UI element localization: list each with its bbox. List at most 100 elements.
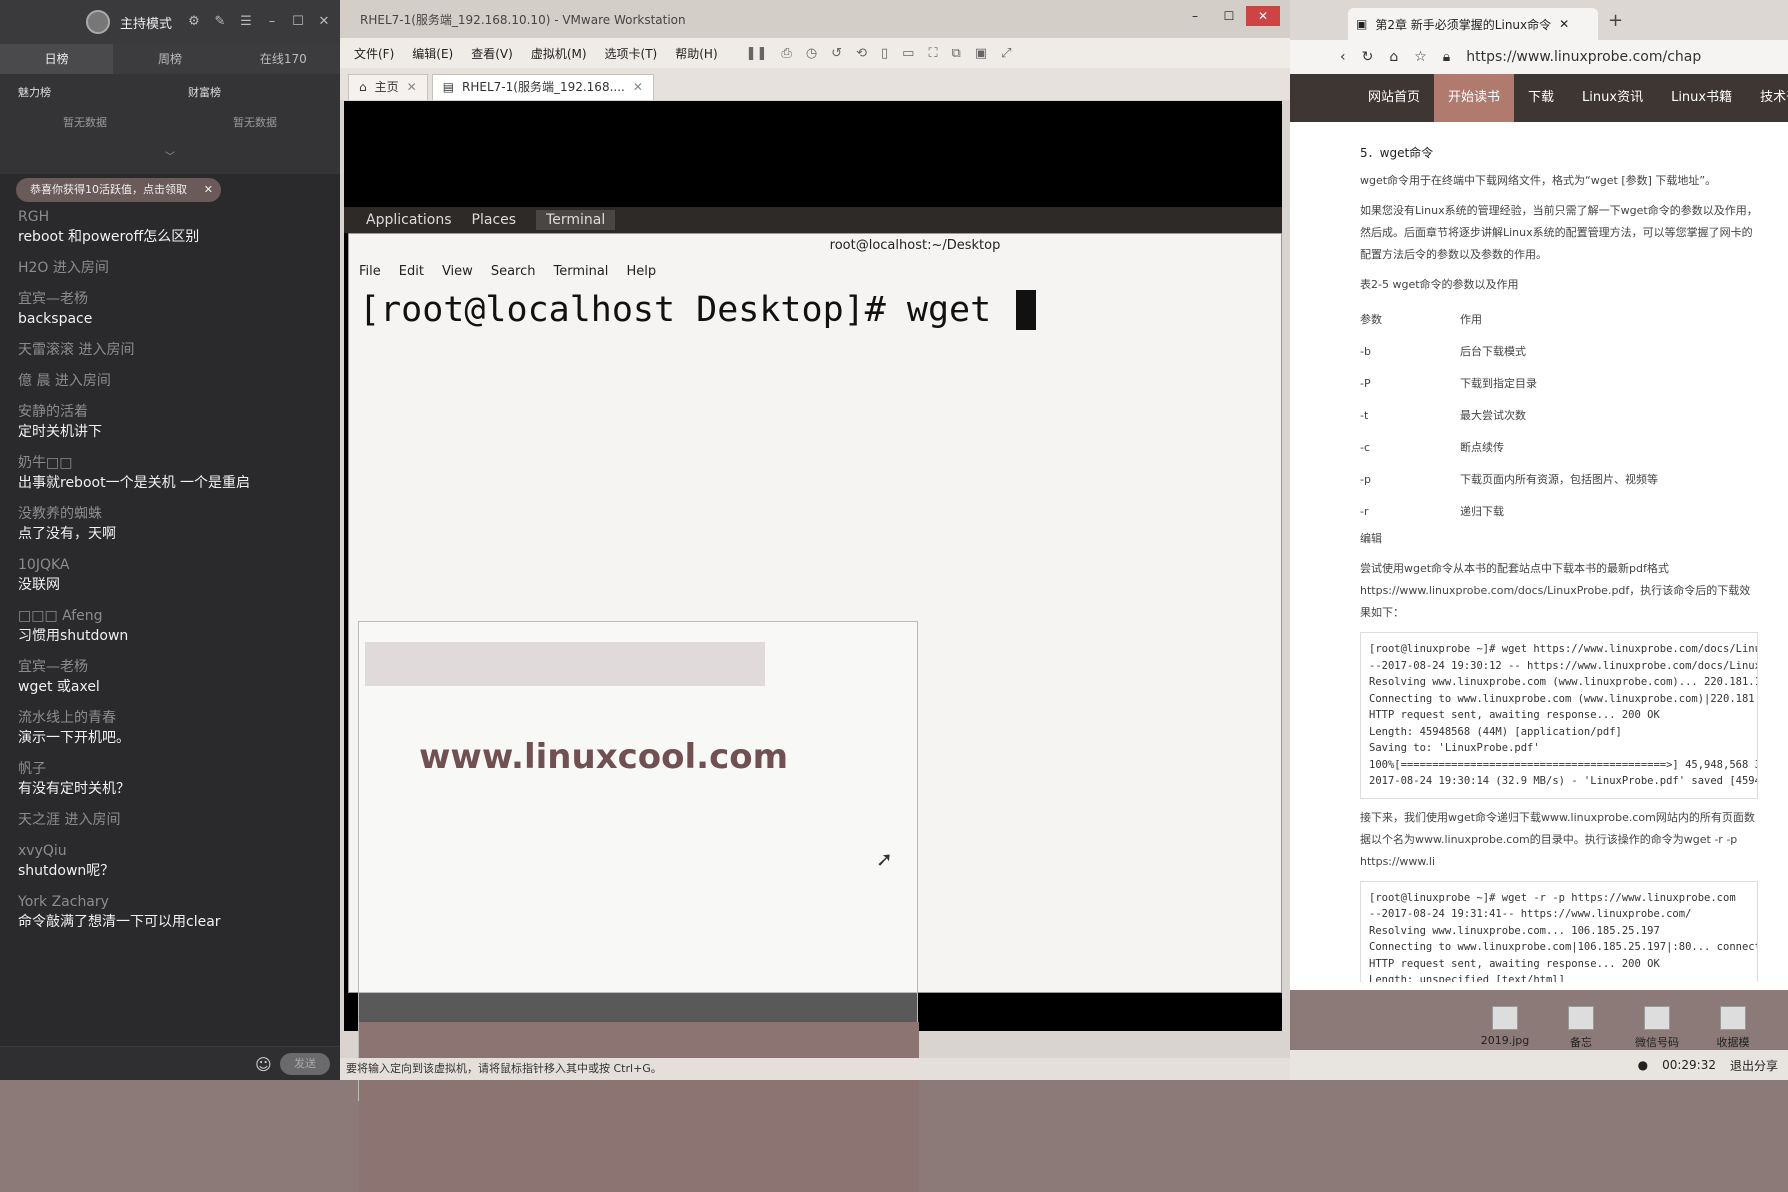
close-icon[interactable]: ✕ [633,75,643,100]
edit-link[interactable]: 编辑 [1360,528,1758,550]
chat-username[interactable]: 流水线上的青春 [18,709,330,728]
watermark: www.linuxcool.com [419,737,789,777]
chat-username[interactable]: York Zachary [18,893,330,912]
chat-username[interactable]: 10JQKA [18,556,330,575]
pause-icon[interactable]: ❚❚ [746,46,768,61]
menu-help[interactable]: Help [626,258,656,286]
menu-icon[interactable]: ☰ [238,14,254,30]
close-icon[interactable]: ✕ [1246,6,1280,26]
nav-read[interactable]: 开始读书 [1434,74,1515,122]
menu-file[interactable]: File [359,258,381,286]
nav-news[interactable]: Linux资讯 [1568,74,1657,122]
window-titlebar: RHEL7-1(服务端_192.168.10.10) - VMware Work… [340,0,1290,38]
unity-icon[interactable]: ⧉ [952,46,961,61]
back-icon[interactable]: ‹ [1340,49,1346,65]
chat-username[interactable]: RGH [18,208,330,227]
menu-file[interactable]: 文件(F) [354,45,394,62]
host-mode-label[interactable]: 主持模式 [120,13,172,32]
emoji-icon[interactable]: ☺ [255,1055,272,1074]
bookmark-icon[interactable]: ☆ [1414,49,1427,65]
chat-username[interactable]: 奶牛□□ [18,454,330,473]
chat-username[interactable]: H2O 进入房间 [18,259,330,278]
menu-help[interactable]: 帮助(H) [675,45,717,62]
menu-view[interactable]: View [442,258,473,286]
edit-icon[interactable]: ✎ [212,14,228,30]
board-title: 魅力榜 [18,86,51,99]
settings-icon[interactable]: ⚙ [186,14,202,30]
chat-username[interactable]: xvyQiu [18,842,330,861]
reward-notice[interactable]: 恭喜你获得10活跃值，点击领取 ✕ [16,178,221,202]
menu-search[interactable]: Search [491,258,536,286]
menu-edit[interactable]: 编辑(E) [412,45,453,62]
new-tab-icon[interactable]: + [1608,10,1623,31]
applications-menu[interactable]: Applications [366,212,452,228]
send-button[interactable]: 发送 [280,1053,330,1075]
chat-username[interactable]: 天雷滚滚 进入房间 [18,341,330,360]
image-file-icon [1492,1006,1518,1030]
snapshot-icon[interactable]: ◷ [806,46,817,61]
maximize-icon[interactable]: ☐ [290,14,306,30]
chat-username[interactable]: 安静的活着 [18,403,330,422]
tab-daily[interactable]: 日榜 [0,44,114,74]
chat-message: 没教养的蜘蛛 点了没有，天啊 [18,505,330,544]
chat-text: 出事就reboot一个是关机 一个是重启 [18,475,251,491]
nav-download[interactable]: 下载 [1514,74,1568,122]
stretch-icon[interactable]: ⤢ [1001,46,1011,61]
sidebar-icon[interactable]: ▯ [881,46,888,61]
send-keys-icon[interactable]: ⎙ [781,46,791,61]
code-block: [root@linuxprobe ~]# wget -r -p https://… [1360,880,1758,982]
minimize-icon[interactable]: – [264,14,280,30]
chat-username[interactable]: 億 晨 进入房间 [18,372,330,391]
avatar[interactable] [85,10,110,34]
home-icon[interactable]: ⌂ [1389,49,1398,65]
menu-vm[interactable]: 虚拟机(M) [531,45,587,62]
table-cell: -r [1360,505,1369,518]
close-icon[interactable]: ✕ [407,75,417,100]
tab-home[interactable]: ⌂ 主页 ✕ [348,74,428,100]
menu-terminal[interactable]: Terminal [553,258,608,286]
manage-snapshot-icon[interactable]: ⟲ [856,46,867,61]
section-title: 5．wget命令 [1360,146,1434,160]
chat-username[interactable]: □□□ Afeng [18,607,330,626]
chat-username[interactable]: 天之涯 进入房间 [18,811,330,830]
thumbnail-icon[interactable]: ▭ [902,46,914,61]
chat-message: 奶牛□□ 出事就reboot一个是关机 一个是重启 [18,454,330,493]
tab-vm[interactable]: ▤ RHEL7-1(服务端_192.168.... ✕ [431,74,654,100]
paragraph: wget命令用于在终端中下载网络文件，格式为“wget [参数] 下载地址”。 [1360,174,1717,187]
tab-weekly[interactable]: 周榜 [113,44,226,74]
menu-view[interactable]: 查看(V) [471,45,513,62]
mouse-pointer-icon: ➚ [876,847,893,871]
chat-username[interactable]: 宜宾—老杨 [18,290,330,309]
table-cell: -p [1360,473,1371,486]
minimize-icon[interactable]: – [1178,6,1212,26]
nav-home[interactable]: 网站首页 [1354,74,1434,122]
chat-text: 演示一下开机吧。 [18,730,130,746]
url-field[interactable]: https://www.linuxprobe.com/chap [1466,49,1701,65]
terminal-menu[interactable]: Terminal [536,210,616,230]
reload-icon[interactable]: ↻ [1362,49,1374,65]
table-caption: 表2-5 wget命令的参数以及作用 [1360,278,1519,291]
chat-message: xvyQiu shutdown呢？ [18,842,330,881]
browser-tab[interactable]: ▣ 第2章 新手必须掌握的Linux命令 ✕ [1348,8,1598,40]
menu-edit[interactable]: Edit [399,258,424,286]
close-icon[interactable]: ✕ [316,14,332,30]
menu-tabs[interactable]: 选项卡(T) [605,45,658,62]
chevron-down-icon[interactable]: ﹀ [165,148,175,163]
chat-username[interactable]: 没教养的蜘蛛 [18,505,330,524]
terminal-line[interactable]: [root@localhost Desktop]# wget [349,286,1281,334]
guest-display[interactable]: Applications Places Terminal root@localh… [344,101,1282,1192]
close-icon[interactable]: ✕ [204,178,213,202]
chat-username[interactable]: 帆子 [18,760,330,779]
chat-message: 天雷滚滚 进入房间 [18,341,330,360]
exit-share-button[interactable]: 退出分享 [1730,1057,1778,1074]
tab-online[interactable]: 在线170 [227,44,340,74]
fullscreen-icon[interactable]: ⛶ [928,46,937,61]
chat-username[interactable]: 宜宾—老杨 [18,658,330,677]
console-icon[interactable]: ▣ [975,46,987,61]
nav-tech[interactable]: 技术干 [1746,74,1788,122]
close-icon[interactable]: ✕ [1559,17,1569,31]
nav-books[interactable]: Linux书籍 [1657,74,1746,122]
maximize-icon[interactable]: ☐ [1212,6,1246,26]
places-menu[interactable]: Places [472,212,517,228]
revert-icon[interactable]: ↺ [831,46,842,61]
